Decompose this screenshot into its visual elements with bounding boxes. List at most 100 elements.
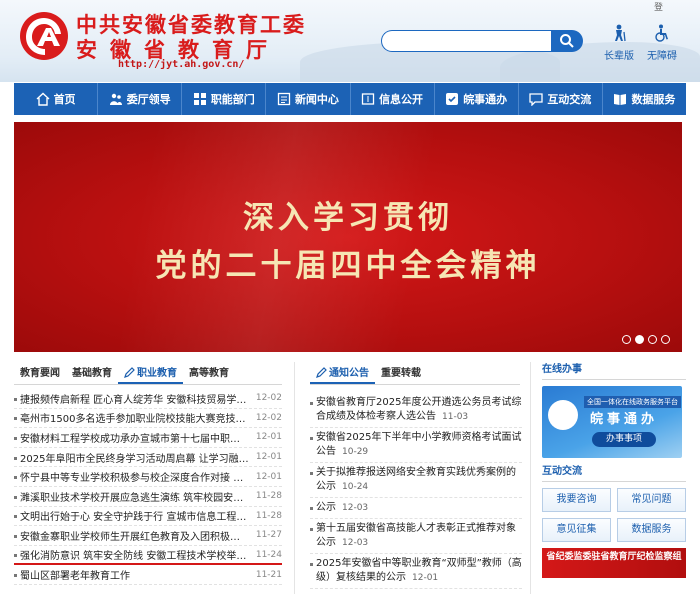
news-date: 12-01 [255, 432, 282, 443]
search-input[interactable] [382, 31, 551, 51]
news-title[interactable]: 捷报频传启新程 匠心育人绽芳华 安徽科技贸易学校... [14, 391, 250, 406]
data-service-button[interactable]: 数据服务 [617, 518, 686, 542]
tab-vocational-education[interactable]: 职业教育 [118, 365, 183, 384]
discipline-inspection-banner[interactable]: 省纪委监委驻省教育厅纪检监察组 [542, 548, 686, 578]
notice-title[interactable]: 公示 [316, 502, 336, 513]
news-list-item[interactable]: 2025年阜阳市全民终身学习活动周启幕 让学习融入... 12-01 [14, 448, 282, 468]
nav-item-home[interactable]: 首页 [14, 83, 99, 115]
news-list-item[interactable]: 安徽金寨职业学校师生开展红色教育及入团积极分子... 11-27 [14, 526, 282, 546]
notice-list-item[interactable]: 第十五届安徽省高技能人才表彰正式推荐对象公示 12-03 [310, 519, 522, 554]
news-list-item[interactable]: 文明出行始于心 安全守护践于行 宣城市信息工程学... 11-28 [14, 507, 282, 527]
service-items-button[interactable]: 办事事项 [592, 432, 656, 447]
nav-item-service[interactable]: 皖事通办 [435, 83, 519, 115]
interaction-grid: 我要咨询 常见问题 意见征集 数据服务 [542, 488, 686, 542]
feedback-button[interactable]: 意见征集 [542, 518, 611, 542]
service-icon [446, 93, 459, 105]
news-title[interactable]: 文明出行始于心 安全守护践于行 宣城市信息工程学... [14, 508, 250, 523]
carousel-dot[interactable] [648, 335, 657, 344]
tab-basic-education[interactable]: 基础教育 [66, 365, 118, 384]
nav-label: 皖事通办 [463, 93, 508, 106]
news-title[interactable]: 强化消防意识 筑牢安全防线 安徽工程技术学校举行... [14, 547, 250, 562]
tab-notices[interactable]: 通知公告 [310, 365, 375, 384]
notice-date: 12-03 [342, 503, 369, 513]
news-date: 11-21 [255, 569, 282, 580]
consult-button[interactable]: 我要咨询 [542, 488, 611, 512]
news-icon [277, 92, 291, 106]
search-icon [560, 34, 574, 48]
news-list-item[interactable]: 亳州市1500多名选手参加职业院校技能大赛竞技展... 12-02 [14, 409, 282, 429]
column-divider [294, 362, 295, 594]
faq-button[interactable]: 常见问题 [617, 488, 686, 512]
news-title[interactable]: 怀宁县中等专业学校积极参与校企深度合作对接 推进... [14, 469, 250, 484]
notice-list-item[interactable]: 安徽省2025年下半年中小学教师资格考试面试公告 10-29 [310, 428, 522, 463]
platform-caption: 全国一体化在线政务服务平台 [584, 396, 681, 408]
online-service-title: 在线办事 [542, 362, 686, 380]
site-url[interactable]: http://jyt.ah.gov.cn/ [118, 59, 244, 70]
pencil-icon [316, 367, 327, 378]
notice-title[interactable]: 安徽省教育厅2025年度公开遴选公务员考试综合成绩及体检考察人选公告 [316, 397, 521, 422]
nav-item-leaders[interactable]: 委厅领导 [98, 83, 183, 115]
wanshi-tongban-card[interactable]: 全国一体化在线政务服务平台 皖事通办 办事事项 [542, 386, 682, 458]
nav-item-data[interactable]: 数据服务 [603, 83, 686, 115]
mid-tabs: 通知公告 重要转载 [310, 365, 520, 385]
platform-name: 皖事通办 [590, 412, 659, 427]
notice-list-item[interactable]: 关于拟推荐报送网络安全教育实践优秀案例的公示 10-24 [310, 463, 522, 498]
nav-label: 互动交流 [547, 93, 592, 106]
nav-item-interact[interactable]: 互动交流 [519, 83, 603, 115]
notice-list-item[interactable]: 公示 12-03 [310, 498, 522, 519]
news-title[interactable]: 安徽材料工程学校成功承办宣城市第十七届中职学校... [14, 430, 250, 445]
news-list-item[interactable]: 蜀山区部署老年教育工作 11-21 [14, 565, 282, 585]
hero-banner[interactable]: 深入学习贯彻 党的二十届四中全会精神 [14, 122, 682, 352]
nav-item-news[interactable]: 新闻中心 [266, 83, 351, 115]
elder-mode-label: 长辈版 [604, 51, 634, 62]
tab-reposts[interactable]: 重要转载 [375, 365, 427, 384]
news-list-item[interactable]: 濉溪职业技术学校开展应急逃生演练 筑牢校园安全防... 11-28 [14, 487, 282, 507]
wheelchair-icon [655, 24, 668, 42]
carousel-dots [622, 335, 670, 344]
news-title[interactable]: 2025年阜阳市全民终身学习活动周启幕 让学习融入... [14, 450, 250, 465]
search-box [381, 30, 551, 52]
carousel-dot[interactable] [622, 335, 631, 344]
vocational-news-list: 捷报频传启新程 匠心育人绽芳华 安徽科技贸易学校... 12-02 亳州市1500多… [14, 389, 282, 585]
tab-education-news[interactable]: 教育要闻 [14, 365, 66, 384]
notice-list-item[interactable]: 安徽省教育厅2025年度公开遴选公务员考试综合成绩及体检考察人选公告 11-03 [310, 393, 522, 428]
news-title[interactable]: 安徽金寨职业学校师生开展红色教育及入团积极分子... [14, 528, 250, 543]
carousel-dot[interactable] [661, 335, 670, 344]
tab-higher-education[interactable]: 高等教育 [183, 365, 235, 384]
news-title[interactable]: 蜀山区部署老年教育工作 [14, 567, 250, 582]
news-list-item[interactable]: 捷报频传启新程 匠心育人绽芳华 安徽科技贸易学校... 12-02 [14, 389, 282, 409]
nav-label: 数据服务 [631, 93, 676, 106]
notice-list-item[interactable]: 2025年安徽省中等职业教育“双师型”教师（高级）复核结果的公示 12-01 [310, 554, 522, 589]
notice-list: 安徽省教育厅2025年度公开遴选公务员考试综合成绩及体检考察人选公告 11-03 安… [310, 393, 522, 589]
service-platform-logo-icon [548, 400, 578, 430]
notice-date: 11-03 [442, 412, 469, 422]
ministry-logo-icon[interactable] [18, 10, 70, 62]
nav-item-info[interactable]: 信息公开 [351, 83, 435, 115]
elder-mode-button[interactable]: 长辈版 [597, 24, 641, 62]
tab-label: 职业教育 [137, 368, 177, 379]
nav-label: 信息公开 [379, 93, 424, 106]
banner-headline-line1: 深入学习贯彻 [243, 200, 453, 236]
accessibility-button[interactable]: 无障碍 [640, 24, 684, 62]
info-icon [361, 93, 375, 105]
notice-date: 10-29 [342, 447, 369, 457]
nav-item-departments[interactable]: 职能部门 [182, 83, 267, 115]
department-icon [193, 93, 206, 105]
right-sidebar: 在线办事 全国一体化在线政务服务平台 皖事通办 办事事项 互动交流 我要咨询 常… [542, 362, 686, 578]
top-strip-text[interactable]: 登 [654, 0, 663, 13]
notice-date: 12-01 [412, 573, 439, 583]
nav-label: 委厅领导 [126, 93, 171, 106]
news-date: 11-27 [255, 530, 282, 541]
main-nav: 首页 委厅领导 职能部门 新闻中心 信息公开 皖事通办 互动交流 数据服务 [14, 83, 686, 115]
nav-label: 新闻中心 [294, 93, 339, 106]
news-list-item[interactable]: 强化消防意识 筑牢安全防线 安徽工程技术学校举行... 11-24 [14, 546, 282, 566]
news-title[interactable]: 亳州市1500多名选手参加职业院校技能大赛竞技展... [14, 410, 250, 425]
news-list-item[interactable]: 安徽材料工程学校成功承办宣城市第十七届中职学校... 12-01 [14, 428, 282, 448]
book-icon [614, 94, 627, 105]
news-date: 12-02 [255, 412, 282, 423]
banner-headline-line2: 党的二十届四中全会精神 [155, 248, 541, 284]
carousel-dot-active[interactable] [635, 335, 644, 344]
search-button[interactable] [551, 30, 583, 52]
news-list-item[interactable]: 怀宁县中等专业学校积极参与校企深度合作对接 推进... 12-01 [14, 467, 282, 487]
news-title[interactable]: 濉溪职业技术学校开展应急逃生演练 筑牢校园安全防... [14, 489, 250, 504]
